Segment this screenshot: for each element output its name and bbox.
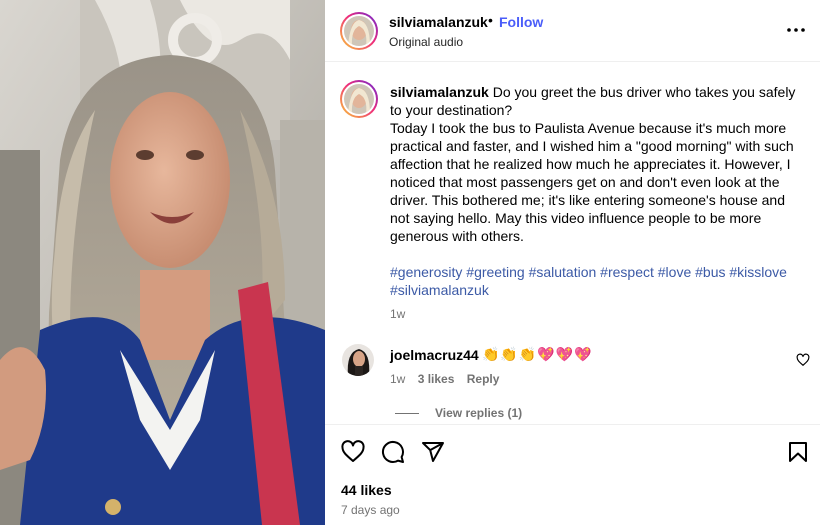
- heart-icon[interactable]: [341, 440, 365, 464]
- replies-divider: [395, 413, 419, 415]
- post-date[interactable]: 7 days ago: [341, 503, 400, 517]
- view-replies-label: View replies (1): [435, 406, 523, 420]
- view-replies-button[interactable]: View replies (1): [395, 406, 522, 420]
- caption-text: silviamalanzuk Do you greet the bus driv…: [390, 83, 800, 245]
- comment-like-heart-icon[interactable]: [796, 353, 810, 367]
- audio-label[interactable]: Original audio: [389, 35, 463, 49]
- hashtag[interactable]: #greeting: [466, 264, 524, 280]
- comment-item: joelmacruz44 👏👏👏💖💖💖 1w 3 likes Reply: [325, 340, 820, 410]
- commenter-avatar[interactable]: [342, 344, 374, 376]
- caption-avatar[interactable]: [340, 80, 378, 118]
- author-avatar[interactable]: [340, 12, 378, 50]
- reply-button[interactable]: Reply: [467, 372, 500, 386]
- post-media[interactable]: [0, 0, 325, 525]
- author-username[interactable]: silviamalanzuk: [389, 14, 488, 30]
- bookmark-icon[interactable]: [786, 440, 810, 464]
- likes-count[interactable]: 44 likes: [341, 482, 392, 498]
- comment-text: 👏👏👏💖💖💖: [482, 346, 593, 362]
- hashtag[interactable]: #silviamalanzuk: [390, 282, 489, 298]
- hashtag[interactable]: #love: [658, 264, 691, 280]
- avatar-photo: [342, 344, 374, 376]
- comment-meta: 1w 3 likes Reply: [390, 372, 508, 386]
- follow-button[interactable]: Follow: [499, 14, 543, 30]
- hashtag[interactable]: #generosity: [390, 264, 462, 280]
- action-bar: 44 likes 7 days ago: [325, 424, 820, 525]
- video-frame-image: [0, 0, 325, 525]
- avatar-photo: [344, 84, 374, 114]
- post-header: silviamalanzuk • Follow Original audio: [325, 0, 820, 62]
- caption-timestamp: 1w: [390, 307, 406, 321]
- more-options-icon[interactable]: [785, 20, 807, 40]
- avatar-photo: [344, 16, 374, 46]
- caption-username[interactable]: silviamalanzuk: [390, 84, 489, 100]
- hashtag[interactable]: #bus: [695, 264, 725, 280]
- caption-body: Do you greet the bus driver who takes yo…: [390, 84, 796, 244]
- share-icon[interactable]: [421, 440, 445, 464]
- hashtag[interactable]: #respect: [600, 264, 654, 280]
- separator-dot: •: [488, 12, 493, 28]
- hashtag-list: #generosity #greeting #salutation #respe…: [390, 263, 800, 299]
- post-sidebar: silviamalanzuk • Follow Original audio s…: [325, 0, 820, 525]
- comment-username[interactable]: joelmacruz44: [390, 347, 479, 363]
- comment-icon[interactable]: [381, 440, 405, 464]
- hashtag[interactable]: #kisslove: [729, 264, 787, 280]
- hashtag[interactable]: #salutation: [529, 264, 597, 280]
- comment-likes[interactable]: 3 likes: [418, 372, 455, 386]
- comment-timestamp: 1w: [390, 372, 406, 386]
